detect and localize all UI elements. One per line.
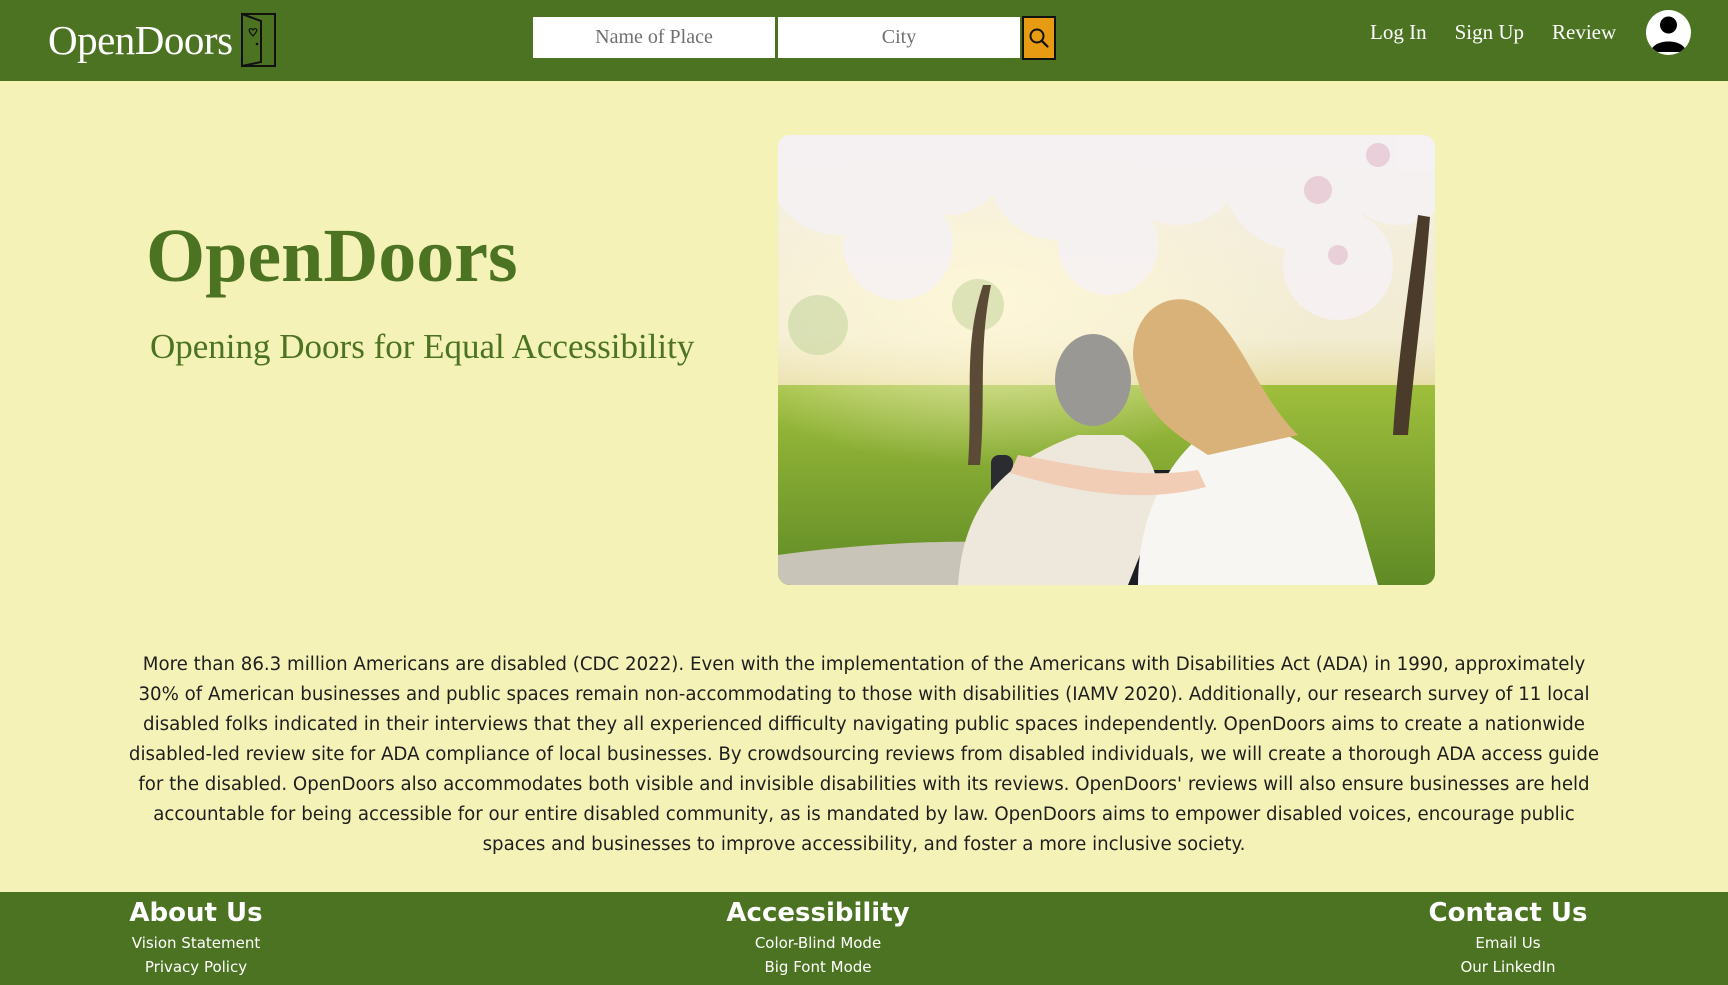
logo-home-link[interactable]: OpenDoors bbox=[48, 12, 279, 68]
mission-statement: More than 86.3 million Americans are dis… bbox=[128, 654, 1600, 855]
footer-contact-column: Contact Us Email Us Our LinkedIn bbox=[1408, 892, 1608, 979]
hero-title: OpenDoors bbox=[146, 214, 518, 298]
search-bar bbox=[533, 16, 1056, 60]
logo-text: OpenDoors bbox=[48, 16, 233, 63]
park-caregiver-photo bbox=[778, 135, 1435, 585]
hero-photo bbox=[778, 135, 1435, 585]
email-us-link[interactable]: Email Us bbox=[1408, 931, 1608, 955]
footer-contact-heading: Contact Us bbox=[1428, 898, 1588, 928]
footer-accessibility-heading: Accessibility bbox=[726, 898, 910, 928]
color-blind-mode-link[interactable]: Color-Blind Mode bbox=[718, 931, 918, 955]
site-footer: About Us Vision Statement Privacy Policy… bbox=[0, 892, 1728, 985]
open-door-icon bbox=[240, 12, 276, 68]
city-input[interactable] bbox=[778, 17, 1020, 58]
user-avatar-icon[interactable] bbox=[1646, 10, 1691, 55]
search-button[interactable] bbox=[1022, 16, 1056, 60]
big-font-mode-link[interactable]: Big Font Mode bbox=[718, 955, 918, 979]
sign-up-link[interactable]: Sign Up bbox=[1455, 20, 1524, 45]
footer-about-heading: About Us bbox=[129, 898, 263, 928]
log-in-link[interactable]: Log In bbox=[1370, 20, 1427, 45]
linkedin-link[interactable]: Our LinkedIn bbox=[1408, 955, 1608, 979]
footer-accessibility-column: Accessibility Color-Blind Mode Big Font … bbox=[718, 892, 918, 979]
user-silhouette-icon bbox=[1651, 16, 1686, 52]
place-name-input[interactable] bbox=[533, 17, 775, 58]
search-icon bbox=[1029, 28, 1049, 48]
review-link[interactable]: Review bbox=[1552, 20, 1616, 45]
privacy-policy-link[interactable]: Privacy Policy bbox=[96, 955, 296, 979]
hero-subtitle: Opening Doors for Equal Accessibility bbox=[150, 327, 695, 366]
account-nav: Log In Sign Up Review bbox=[1370, 20, 1644, 45]
top-navigation-bar: OpenDoors Log In Sign Up Review bbox=[0, 0, 1728, 81]
footer-about-column: About Us Vision Statement Privacy Policy bbox=[96, 892, 296, 979]
vision-statement-link[interactable]: Vision Statement bbox=[96, 931, 296, 955]
